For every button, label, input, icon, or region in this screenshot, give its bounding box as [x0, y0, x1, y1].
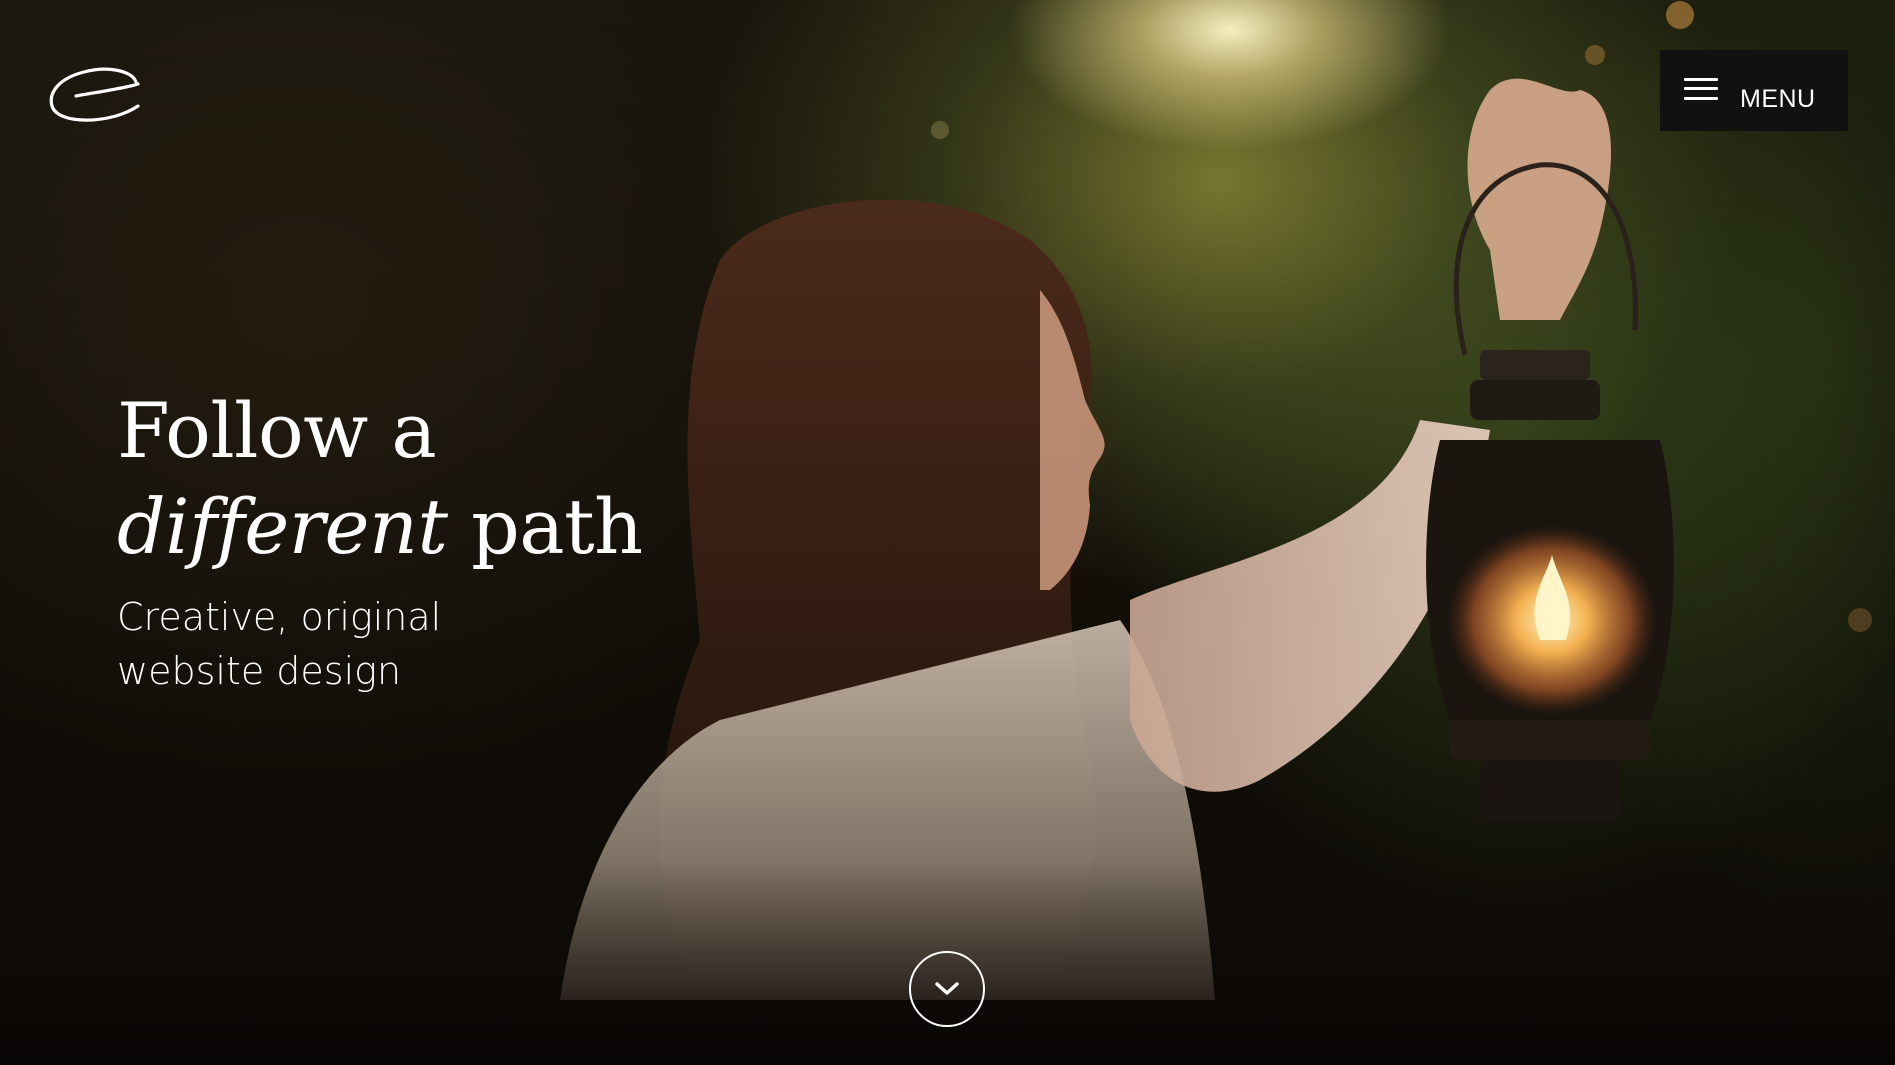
hero-headline: Follow a different path: [117, 383, 643, 575]
chevron-down-icon: [935, 982, 959, 995]
subhead-line-2: website design: [117, 649, 402, 693]
hero-subheadline: Creative, original website design: [117, 590, 441, 698]
headline-line-2: different path: [117, 479, 643, 575]
hamburger-icon: [1684, 76, 1718, 102]
hero-section: MENU Follow a different path Creative, o…: [0, 0, 1895, 1065]
headline-italic-word: different: [117, 482, 448, 571]
subhead-line-1: Creative, original: [117, 595, 442, 639]
logo-icon[interactable]: [46, 62, 142, 126]
headline-rest: path: [447, 482, 643, 571]
menu-button[interactable]: MENU: [1660, 50, 1848, 131]
scroll-down-button[interactable]: [909, 951, 985, 1027]
menu-label: MENU: [1740, 85, 1816, 113]
headline-line-1: Follow a: [117, 386, 437, 475]
